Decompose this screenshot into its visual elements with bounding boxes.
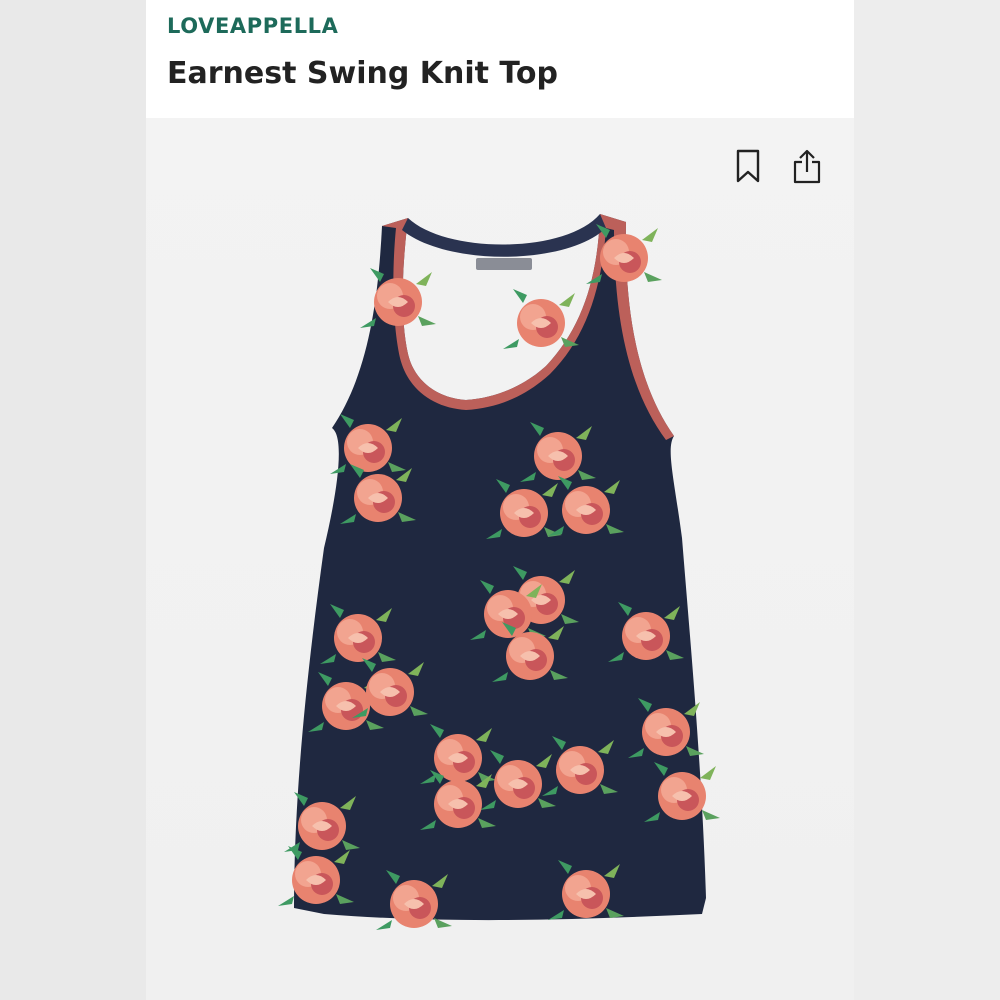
back-neck	[402, 214, 606, 257]
bookmark-icon	[736, 149, 760, 183]
tank-top-illustration	[278, 214, 720, 930]
garment-label	[476, 258, 532, 270]
share-icon	[793, 149, 821, 184]
share-button[interactable]	[790, 146, 824, 186]
product-card: LOVEAPPELLA Earnest Swing Knit Top	[146, 0, 854, 1000]
bookmark-button[interactable]	[731, 146, 765, 186]
product-header: LOVEAPPELLA Earnest Swing Knit Top	[146, 0, 854, 118]
brand-name[interactable]: LOVEAPPELLA	[167, 14, 339, 38]
left-backdrop	[0, 0, 146, 1000]
product-image	[146, 118, 854, 1000]
right-backdrop	[854, 0, 1000, 1000]
product-title: Earnest Swing Knit Top	[167, 56, 558, 91]
garment-body	[294, 214, 706, 921]
